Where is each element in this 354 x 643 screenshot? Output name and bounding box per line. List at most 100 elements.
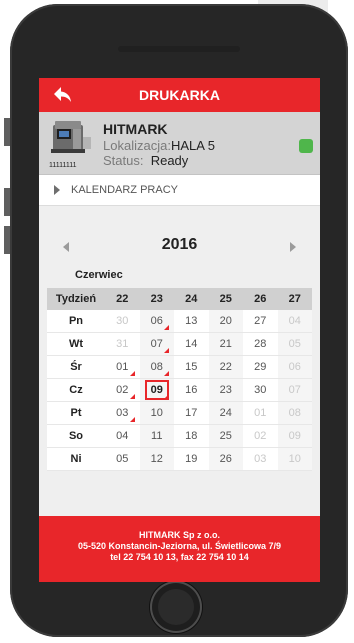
next-year-icon[interactable] [290,242,296,252]
calendar-day-number: 23 [219,384,232,396]
calendar-day[interactable]: 08 [277,401,312,425]
calendar-day[interactable]: 20 [208,310,243,333]
calendar-day[interactable]: 08 [139,355,174,379]
calendar-day-number: 09 [144,380,169,400]
calendar-day[interactable]: 16 [174,378,209,402]
calendar-day[interactable]: 09 [277,424,312,448]
calendar-day-number: 15 [185,361,198,373]
week-header-label: Tydzień [47,288,105,310]
calendar-day[interactable]: 28 [243,332,278,356]
calendar-day[interactable]: 22 [208,355,243,379]
calendar-row: Pn 30 06 13 20 27 04 [47,310,312,333]
calendar-row: Cz 02 09 16 23 30 07 [47,378,312,402]
calendar: 2016 Czerwiec Tydzień 22 23 24 25 26 27 Pn 30 06 1… [39,206,320,516]
calendar-day[interactable]: 04 [277,310,312,333]
calendar-day[interactable]: 13 [174,310,209,333]
calendar-day[interactable]: 15 [174,355,209,379]
calendar-day-number: 06 [150,315,163,327]
device-header[interactable]: 11111111 HITMARK Lokalizacja:HALA 5 Stat… [39,112,320,175]
calendar-day-number: 22 [219,361,232,373]
calendar-day[interactable]: 29 [243,355,278,379]
calendar-day-number: 09 [288,430,301,442]
triangle-right-icon [54,185,60,195]
calendar-day[interactable]: 27 [243,310,278,333]
calendar-row: So 04 11 18 25 02 09 [47,424,312,448]
calendar-day[interactable]: 30 [243,378,278,402]
calendar-day-number: 14 [185,338,198,350]
calendar-day[interactable]: 30 [105,310,140,333]
calendar-day[interactable]: 11 [139,424,174,448]
status-value: Ready [150,153,189,168]
page-title: DRUKARKA [139,87,220,103]
calendar-day[interactable]: 03 [105,401,140,425]
location-value: HALA 5 [170,138,216,153]
calendar-day[interactable]: 10 [139,401,174,425]
calendar-day[interactable]: 02 [243,424,278,448]
calendar-day-number: 24 [219,407,232,419]
calendar-day-number: 08 [288,407,301,419]
device-location: Lokalizacja:HALA 5 [103,138,215,153]
location-label: Lokalizacja: [103,138,171,153]
footer-company: HITMARK Sp z o.o. [139,530,220,540]
phone-speaker [118,46,240,52]
calendar-day-number: 02 [254,430,267,442]
top-bar: DRUKARKA [39,78,320,112]
printer-device-icon [51,121,91,153]
calendar-day[interactable]: 05 [277,332,312,356]
calendar-day[interactable]: 04 [105,424,140,448]
calendar-day-number: 11 [151,430,163,442]
week-number: 22 [105,288,140,310]
calendar-day[interactable]: 01 [105,355,140,379]
calendar-day[interactable]: 07 [139,332,174,356]
calendar-row: Ni 05 12 19 26 03 10 [47,447,312,471]
footer: HITMARK Sp z o.o. 05-520 Konstancin-Jezi… [39,516,320,582]
calendar-day[interactable]: 21 [208,332,243,356]
calendar-day-number: 05 [116,453,129,465]
weekday-label: Cz [47,378,105,402]
calendar-day[interactable]: 17 [174,401,209,425]
calendar-row: Pt 03 10 17 24 01 08 [47,401,312,425]
calendar-day-number: 06 [288,361,301,373]
home-button[interactable] [150,581,202,633]
calendar-day-number: 07 [150,338,163,350]
calendar-day[interactable]: 26 [208,447,243,471]
calendar-day-number: 03 [254,453,267,465]
calendar-day[interactable]: 03 [243,447,278,471]
calendar-day-number: 04 [288,315,301,327]
calendar-day[interactable]: 31 [105,332,140,356]
calendar-day[interactable]: 24 [208,401,243,425]
calendar-day[interactable]: 05 [105,447,140,471]
calendar-row: Śr 01 08 15 22 29 06 [47,355,312,379]
calendar-day-today[interactable]: 09 [139,378,174,402]
calendar-day-number: 01 [254,407,267,419]
calendar-day[interactable]: 07 [277,378,312,402]
calendar-day[interactable]: 25 [208,424,243,448]
calendar-day-number: 29 [254,361,267,373]
calendar-day[interactable]: 19 [174,447,209,471]
calendar-day[interactable]: 18 [174,424,209,448]
section-work-calendar[interactable]: KALENDARZ PRACY [39,175,320,206]
calendar-day-number: 07 [288,384,301,396]
year-nav: 2016 [39,234,320,258]
calendar-day[interactable]: 06 [139,310,174,333]
calendar-month: Czerwiec [75,269,123,281]
footer-address: 05-520 Konstancin-Jeziorna, ul. Świetlic… [77,541,282,551]
section-label: KALENDARZ PRACY [71,184,178,196]
app-screen: DRUKARKA 11111111 HITMARK Lokalizacja:HA… [39,78,320,582]
calendar-day[interactable]: 06 [277,355,312,379]
calendar-day-number: 21 [219,338,232,350]
calendar-day[interactable]: 01 [243,401,278,425]
calendar-day-number: 03 [116,407,129,419]
calendar-day[interactable]: 23 [208,378,243,402]
calendar-day[interactable]: 10 [277,447,312,471]
calendar-row: Wt 31 07 14 21 28 05 [47,332,312,356]
device-serial: 11111111 [49,162,77,169]
calendar-day-number: 16 [185,384,198,396]
calendar-day-number: 04 [116,430,129,442]
calendar-year: 2016 [161,236,198,253]
calendar-day[interactable]: 02 [105,378,140,402]
calendar-day[interactable]: 14 [174,332,209,356]
week-number: 24 [174,288,209,310]
calendar-day[interactable]: 12 [139,447,174,471]
status-indicator [299,139,313,153]
